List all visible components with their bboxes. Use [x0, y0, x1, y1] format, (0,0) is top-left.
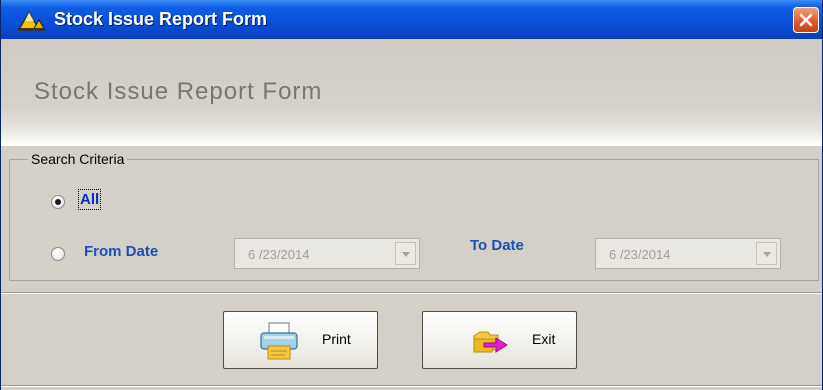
stock-issue-report-window: Stock Issue Report Form Stock Issue Repo…: [0, 0, 823, 390]
radio-all[interactable]: [51, 195, 65, 209]
page-title: Stock Issue Report Form: [34, 78, 323, 105]
from-date-dropdown-button[interactable]: [395, 242, 416, 265]
label-to-date: To Date: [470, 237, 524, 254]
exit-button-label: Exit: [532, 331, 556, 347]
section-divider: [1, 292, 822, 294]
label-from-date[interactable]: From Date: [84, 243, 158, 260]
chevron-down-icon: [763, 252, 771, 257]
print-button-label: Print: [322, 331, 351, 347]
chevron-down-icon: [402, 252, 410, 257]
from-date-value: 6 /23/2014: [248, 247, 310, 262]
close-button[interactable]: [793, 7, 819, 33]
to-date-value: 6 /23/2014: [609, 247, 671, 262]
search-criteria-legend: Search Criteria: [28, 151, 128, 167]
close-icon: [799, 13, 813, 27]
label-all[interactable]: All: [77, 189, 102, 210]
radio-from-date[interactable]: [51, 247, 65, 261]
title-bar[interactable]: Stock Issue Report Form: [1, 0, 822, 39]
exit-button[interactable]: Exit: [422, 311, 577, 369]
exit-icon: [473, 331, 508, 353]
printer-icon: [260, 322, 298, 360]
header-banner: Stock Issue Report Form: [1, 39, 822, 146]
from-date-picker[interactable]: 6 /23/2014: [234, 238, 420, 269]
to-date-picker[interactable]: 6 /23/2014: [595, 238, 781, 269]
app-icon: [18, 10, 46, 31]
bottom-edge: [1, 385, 822, 387]
print-button[interactable]: Print: [223, 311, 378, 369]
window-title: Stock Issue Report Form: [54, 9, 268, 29]
to-date-dropdown-button[interactable]: [756, 242, 777, 265]
